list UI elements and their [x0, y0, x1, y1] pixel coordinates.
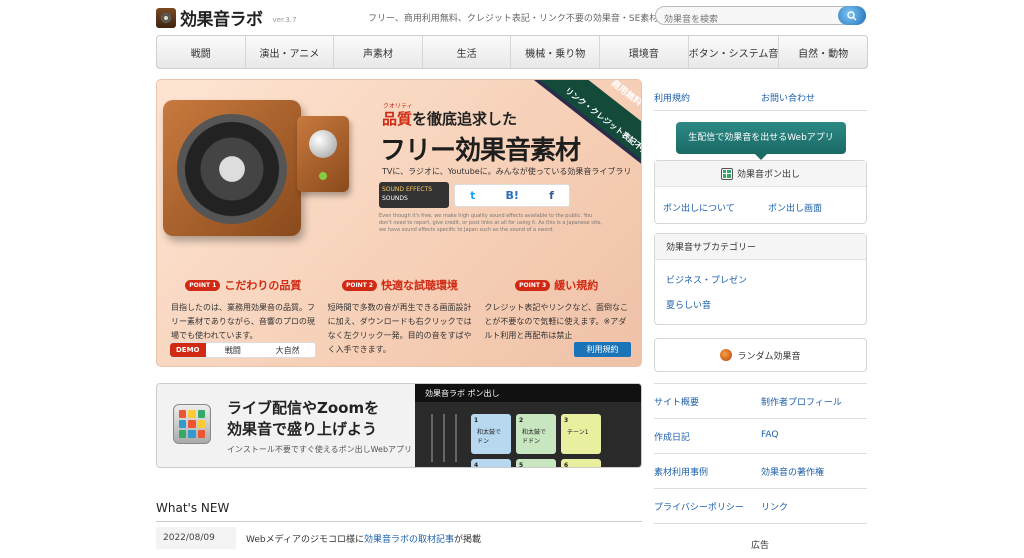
news-date: 2022/08/09	[156, 527, 236, 549]
ad-label: 広告	[751, 541, 770, 551]
subcategory-summer[interactable]: 夏らしい音	[666, 298, 711, 311]
speaker-logo-icon	[156, 7, 176, 28]
creator-profile-link[interactable]: 制作者プロフィール	[761, 395, 842, 408]
random-ball-icon	[720, 349, 733, 361]
search-box	[655, 6, 866, 29]
hero-tagline: TVに、ラジオに、Youtubeに。みんなが使っている効果音ライブラリ	[382, 167, 632, 176]
nav-item-voice[interactable]: 声素材	[334, 36, 423, 68]
search-input[interactable]	[656, 11, 836, 29]
nav-item-ambient[interactable]: 環境音	[600, 36, 689, 68]
fader-sliders	[425, 410, 465, 465]
divider	[654, 488, 867, 489]
point-body: 短時間で多数の音が再生できる画面設計に加え、ダウンロードも右クリックではなく左ク…	[327, 303, 472, 354]
nav-item-nature[interactable]: 自然・動物	[779, 36, 867, 68]
pad: 3 チーン1	[561, 414, 601, 454]
subcategory-business[interactable]: ビジネス・プレゼン	[666, 273, 747, 286]
pad: 4	[471, 459, 511, 467]
point-title: 緩い規約	[554, 279, 599, 292]
app-preview-title: 効果音ラボ ポン出し	[415, 384, 641, 402]
point-badge: POINT 2	[341, 279, 378, 291]
nav-item-life[interactable]: 生活	[423, 36, 512, 68]
hero-subtitle: 品質を徹底追求した	[382, 110, 518, 128]
random-sound-button[interactable]: ランダム効果音	[654, 338, 867, 372]
category-nav: 戦闘 演出・アニメ 声素材 生活 機械・乗り物 環境音 ボタン・システム音 自然…	[156, 35, 868, 69]
subcategory-box: 効果音サブカテゴリー ビジネス・プレゼン 夏らしい音	[654, 233, 867, 325]
pad: 6	[561, 459, 601, 467]
divider	[654, 383, 867, 384]
subcategory-title: 効果音サブカテゴリー	[655, 234, 866, 260]
nav-item-machine[interactable]: 機械・乗り物	[511, 36, 601, 68]
point-title: 快適な試聴環境	[381, 279, 459, 292]
pon-box: 効果音ポン出し ポン出しについて ポン出し画面	[654, 160, 867, 224]
search-icon	[847, 10, 857, 20]
pon-box-title: 効果音ポン出し	[655, 161, 866, 187]
pad: 1 和太鼓でドン	[471, 414, 511, 454]
news-heading: What's NEW	[156, 501, 230, 515]
pad: 5	[516, 459, 556, 467]
usage-examples-link[interactable]: 素材利用事例	[654, 465, 708, 478]
terms-link[interactable]: 利用規約	[654, 91, 690, 104]
logo-text: 効果音ラボ	[180, 10, 263, 30]
hatena-icon[interactable]: B!	[506, 189, 519, 202]
point-title: こだわりの品質	[224, 279, 302, 292]
privacy-link[interactable]: プライバシーポリシー	[654, 500, 744, 513]
contact-link[interactable]: お問い合わせ	[761, 91, 815, 104]
point-badge: POINT 1	[185, 279, 221, 291]
divider	[654, 418, 867, 419]
twitter-icon[interactable]: t	[470, 189, 475, 202]
pad: 2 和太鼓でドドン	[516, 414, 556, 454]
version-label: ver.3.7	[272, 15, 297, 24]
pad-grid-icon	[720, 167, 733, 180]
hero-banner: 商用無料 リンク・クレジット表記不要 クオリティ 品質を徹底追求した フリー効果…	[156, 79, 642, 367]
demo-item-nature[interactable]: 大自然	[260, 345, 315, 356]
copyright-link[interactable]: 効果音の著作権	[761, 465, 824, 478]
facebook-icon[interactable]: f	[549, 189, 554, 202]
social-buttons: t B! f	[454, 184, 570, 207]
live-app-button[interactable]: 生配信で効果音を出せるWebアプリ	[676, 122, 846, 160]
app-preview: 効果音ラボ ポン出し 1 和太鼓でドン 2 和太鼓でドドン 3 チーン1 4 5 6	[415, 384, 641, 467]
site-overview-link[interactable]: サイト概要	[654, 395, 699, 408]
pad-grid: 1 和太鼓でドン 2 和太鼓でドドン 3 チーン1 4 5 6	[471, 414, 601, 467]
banner-title: ライブ配信やZoomを 効果音で盛り上げよう	[227, 399, 380, 438]
nav-item-battle[interactable]: 戦闘	[157, 36, 246, 68]
diary-link[interactable]: 作成日記	[654, 430, 690, 443]
news-item: 2022/08/09 Webメディアのジモコロ様に効果音ラボの取材記事が掲載	[156, 527, 642, 549]
site-logo[interactable]: 効果音ラボ ver.3.7	[156, 5, 297, 30]
hero-title: フリー効果音素材	[380, 136, 581, 166]
divider	[654, 110, 867, 111]
sound-effects-badge: SOUND EFFECTS SOUNDS	[379, 182, 449, 208]
point-badge: POINT 3	[515, 279, 551, 291]
banner-subtitle: インストール不要ですぐ使えるポン出しWebアプリ	[227, 445, 413, 454]
pon-about-link[interactable]: ポン出しについて	[663, 201, 735, 214]
nav-item-button-system[interactable]: ボタン・システム音	[689, 36, 780, 68]
demo-item-battle[interactable]: 戦闘	[206, 345, 261, 356]
demo-label: DEMO	[170, 343, 206, 357]
hero-english-text: Even though it's free, we make high qual…	[379, 213, 602, 233]
search-button[interactable]	[838, 6, 866, 25]
news-text: Webメディアのジモコロ様に効果音ラボの取材記事が掲載	[246, 534, 482, 545]
nav-item-anime[interactable]: 演出・アニメ	[246, 36, 335, 68]
divider	[654, 523, 867, 524]
pon-app-banner[interactable]: ライブ配信やZoomを 効果音で盛り上げよう インストール不要ですぐ使えるポン出し…	[156, 383, 642, 468]
demo-bar: DEMO 戦闘 大自然	[169, 342, 316, 358]
pad-app-icon	[173, 404, 211, 444]
point-body: 目指したのは、業務用効果音の品質。フリー素材でありながら、音響のプロの現場でも使…	[171, 303, 315, 340]
news-divider	[156, 521, 642, 522]
speaker-illustration	[163, 100, 301, 236]
news-link[interactable]: 効果音ラボの取材記事	[364, 535, 454, 545]
divider	[654, 453, 867, 454]
small-speaker-illustration	[297, 116, 349, 192]
feature-point-2: POINT 2 快適な試聴環境 短時間で多数の音が再生できる画面設計に加え、ダウン…	[322, 277, 479, 357]
faq-link[interactable]: FAQ	[761, 430, 778, 440]
point-body: クレジット表記やリンクなど、面倒なことが不要なので気軽に使えます。※アダルト利用…	[484, 303, 628, 340]
rules-button[interactable]: 利用規約	[574, 342, 631, 357]
pon-screen-link[interactable]: ポン出し画面	[768, 201, 822, 214]
links-link[interactable]: リンク	[761, 500, 788, 513]
